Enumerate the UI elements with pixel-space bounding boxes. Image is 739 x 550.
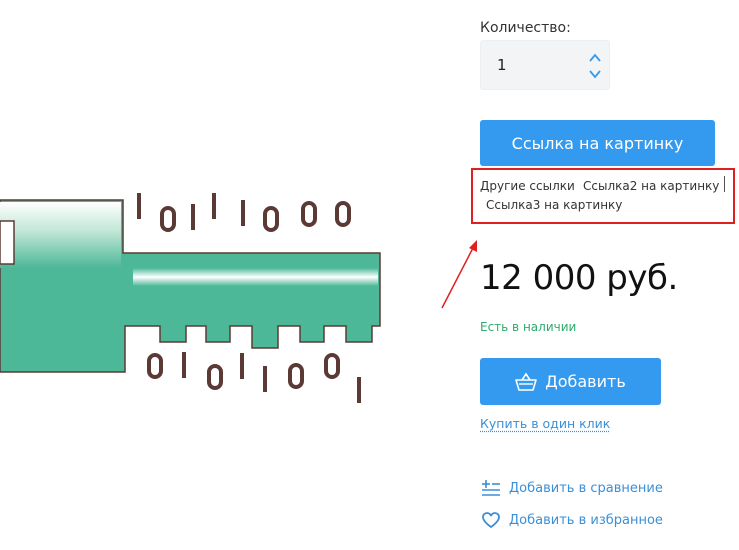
quantity-value[interactable]: 1 [497, 56, 507, 74]
binary-top-digit-1 [241, 200, 245, 226]
binary-top-digit-1 [191, 204, 195, 230]
add-to-cart-button[interactable]: Добавить [480, 358, 661, 405]
chevron-down-icon[interactable] [587, 67, 603, 81]
other-link-3[interactable]: Ссылка3 на картинку [486, 198, 622, 212]
compare-list-icon [482, 480, 500, 496]
binary-top-digit-0 [301, 201, 317, 227]
binary-bottom-digit-1 [240, 353, 244, 379]
binary-top-digit-1 [212, 193, 216, 219]
binary-top [137, 193, 351, 232]
other-link-2[interactable]: Ссылка2 на картинку [583, 179, 719, 193]
key-illustration [0, 193, 381, 403]
add-to-favorites-label: Добавить в избранное [509, 512, 663, 528]
binary-bottom-digit-1 [263, 366, 267, 392]
binary-top-digit-1 [137, 193, 141, 219]
quantity-stepper[interactable]: 1 [480, 40, 610, 90]
quantity-label: Количество: [480, 20, 571, 36]
binary-bottom-digit-0 [147, 353, 163, 379]
binary-bottom-digit-0 [288, 363, 304, 389]
add-to-compare-link[interactable]: Добавить в сравнение [482, 479, 663, 497]
key-head-highlight [0, 202, 121, 268]
image-link-button[interactable]: Ссылка на картинку [480, 120, 715, 166]
basket-icon [515, 372, 538, 391]
binary-bottom-digit-1 [182, 352, 186, 378]
other-links-separator [724, 176, 725, 192]
binary-top-digit-0 [335, 201, 351, 227]
add-to-compare-label: Добавить в сравнение [509, 480, 663, 496]
binary-top-digit-0 [263, 206, 279, 232]
product-price: 12 000 руб. [480, 258, 678, 298]
key-head-hole [0, 220, 15, 265]
binary-bottom-digit-1 [357, 377, 361, 403]
add-to-favorites-link[interactable]: Добавить в избранное [482, 512, 663, 528]
binary-bottom-digit-0 [324, 353, 340, 379]
buy-one-click-link[interactable]: Купить в один клик [480, 416, 610, 431]
other-links-highlight-box [471, 168, 735, 224]
binary-bottom [147, 352, 361, 403]
chevron-up-icon[interactable] [587, 51, 603, 65]
other-links-label: Другие ссылки [480, 179, 575, 193]
heart-icon [482, 512, 500, 528]
binary-top-digit-0 [160, 206, 176, 232]
binary-bottom-digit-0 [207, 364, 223, 390]
add-to-cart-label: Добавить [545, 372, 626, 391]
key-shine [133, 268, 378, 286]
stock-status: Есть в наличии [480, 320, 577, 334]
